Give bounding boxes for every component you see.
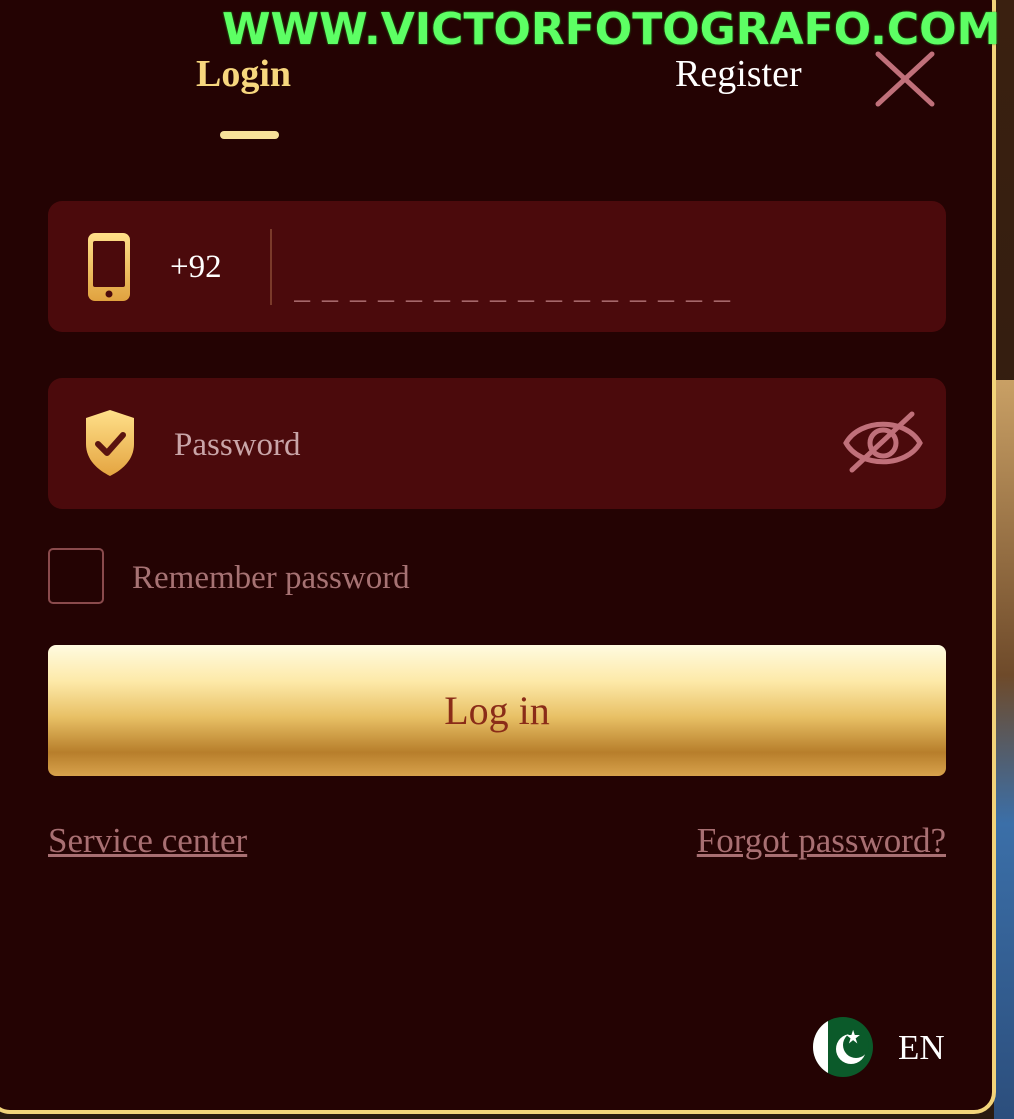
password-field	[48, 378, 946, 509]
eye-off-icon[interactable]	[842, 408, 924, 478]
service-center-link[interactable]: Service center	[48, 820, 247, 862]
phone-input[interactable]	[294, 267, 894, 307]
language-label: EN	[898, 1028, 945, 1067]
forgot-password-link[interactable]: Forgot password?	[697, 820, 946, 862]
background-page-strip	[994, 380, 1014, 1119]
login-button[interactable]: Log in	[48, 645, 946, 776]
watermark-text: WWW.VICTORFOTOGRAFO.COM	[222, 4, 1001, 55]
phone-icon	[88, 233, 130, 301]
remember-password-checkbox[interactable]	[48, 548, 104, 604]
password-input[interactable]	[174, 422, 774, 468]
tab-register[interactable]: Register	[675, 52, 802, 96]
shield-check-icon	[86, 410, 134, 476]
close-icon	[875, 51, 935, 107]
field-divider	[270, 229, 272, 305]
country-code[interactable]: +92	[170, 247, 222, 287]
tab-login[interactable]: Login	[196, 52, 291, 96]
remember-password-label[interactable]: Remember password	[132, 558, 410, 598]
phone-field: +92	[48, 201, 946, 332]
active-tab-indicator	[220, 131, 279, 139]
close-button[interactable]	[872, 50, 938, 108]
language-selector[interactable]: EN	[812, 1016, 952, 1078]
pakistan-flag-icon	[813, 1017, 873, 1077]
login-dialog	[0, 0, 996, 1114]
